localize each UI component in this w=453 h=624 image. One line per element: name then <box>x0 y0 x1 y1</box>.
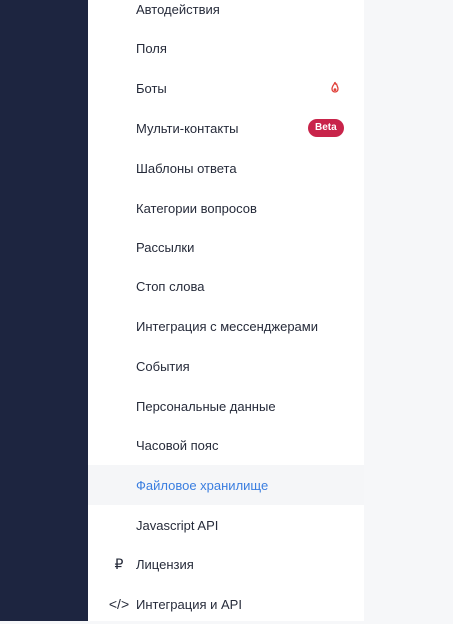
menu-item-label: Файловое хранилище <box>136 477 269 493</box>
menu-item-multi-contacts[interactable]: Мульти-контакты Beta <box>88 108 364 148</box>
content-area <box>364 0 453 621</box>
menu-item-label: Javascript API <box>136 517 219 533</box>
menu-item-label: Лицензия <box>136 556 194 572</box>
menu-item-label: Боты <box>136 80 167 96</box>
menu-item-integration-api[interactable]: </> Интеграция и API <box>88 584 364 624</box>
menu-item-messenger-integration[interactable]: Интеграция с мессенджерами <box>88 306 364 346</box>
menu-item-stop-words[interactable]: Стоп слова <box>88 266 364 306</box>
fire-icon <box>331 81 339 93</box>
menu-item-label: Шаблоны ответа <box>136 160 237 176</box>
left-nav-rail <box>0 0 88 621</box>
menu-item-label: Автодействия <box>136 1 220 17</box>
menu-item-label: Персональные данные <box>136 398 276 414</box>
menu-item-mailings[interactable]: Рассылки <box>88 227 364 267</box>
menu-item-autoactions[interactable]: Автодействия <box>88 0 364 29</box>
menu-item-question-categories[interactable]: Категории вопросов <box>88 188 364 228</box>
beta-badge: Beta <box>308 119 344 137</box>
ruble-icon: ₽ <box>114 555 124 572</box>
settings-menu-panel: Автодействия Поля Боты Мульти-контакты B… <box>88 0 364 621</box>
menu-item-label: Рассылки <box>136 239 195 255</box>
menu-item-label: Часовой пояс <box>136 437 219 453</box>
menu-item-label: Категории вопросов <box>136 200 257 216</box>
menu-item-bots[interactable]: Боты <box>88 68 364 108</box>
menu-item-reply-templates[interactable]: Шаблоны ответа <box>88 148 364 188</box>
menu-item-label: Поля <box>136 40 167 56</box>
menu-item-label: События <box>136 358 190 374</box>
menu-item-label: Интеграция и API <box>136 596 242 612</box>
menu-item-events[interactable]: События <box>88 346 364 386</box>
menu-item-personal-data[interactable]: Персональные данные <box>88 386 364 426</box>
menu-item-label: Интеграция с мессенджерами <box>136 318 318 334</box>
menu-item-label: Мульти-контакты <box>136 120 239 136</box>
menu-item-license[interactable]: ₽ Лицензия <box>88 544 364 584</box>
menu-item-javascript-api[interactable]: Javascript API <box>88 505 364 545</box>
menu-item-fields[interactable]: Поля <box>88 28 364 68</box>
menu-item-label: Стоп слова <box>136 278 205 294</box>
menu-item-file-storage[interactable]: Файловое хранилище <box>88 465 364 505</box>
code-icon: </> <box>108 596 130 612</box>
menu-item-timezone[interactable]: Часовой пояс <box>88 425 364 465</box>
